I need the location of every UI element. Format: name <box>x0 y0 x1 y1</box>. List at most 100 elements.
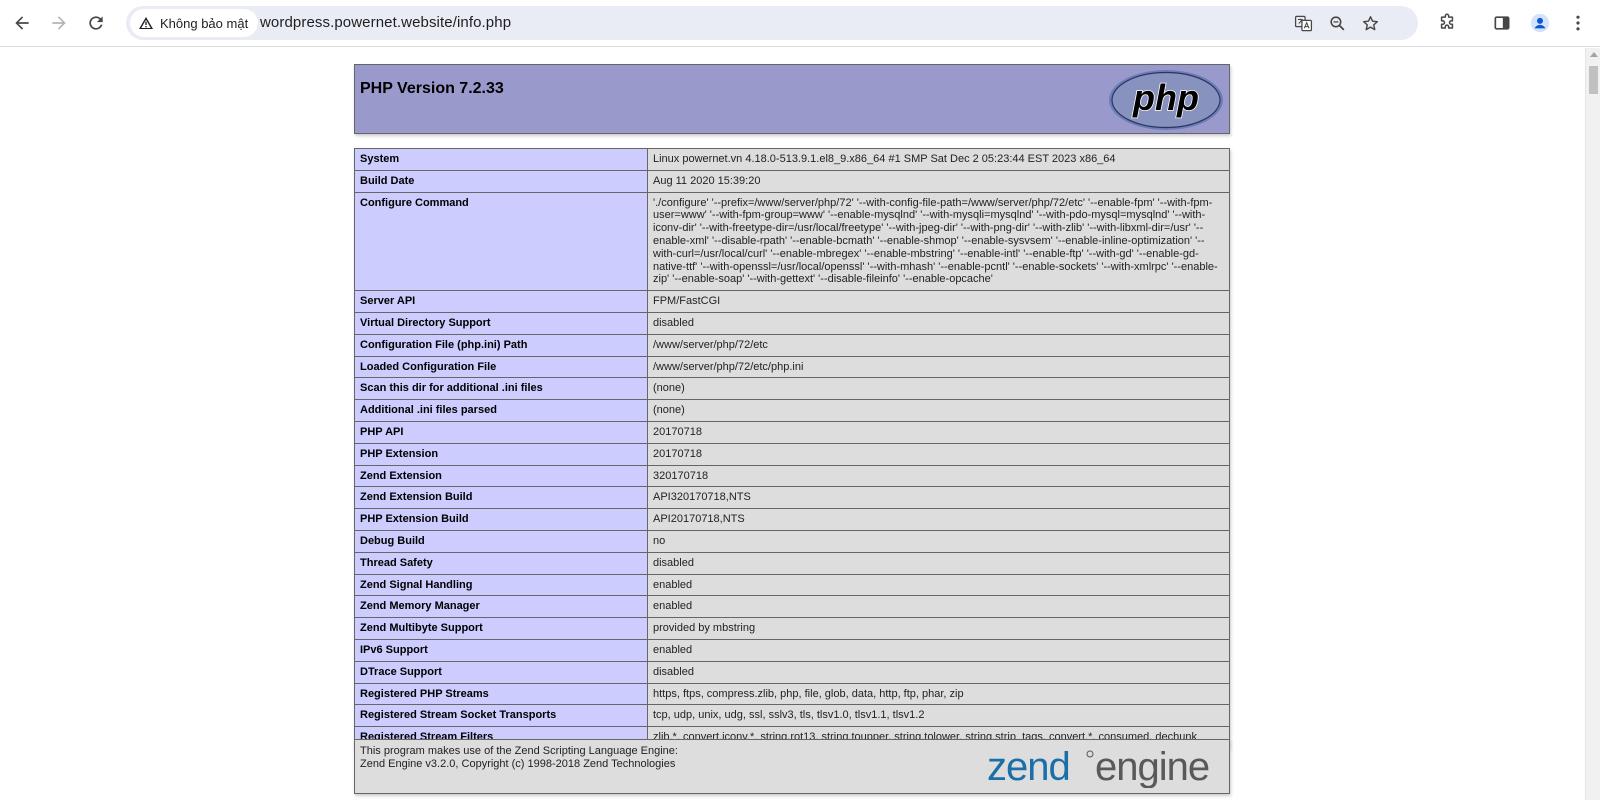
forward-arrow-icon <box>52 16 66 30</box>
back-arrow-icon <box>15 16 29 30</box>
security-chip[interactable]: Không bảo mật <box>130 9 259 37</box>
row-value: no <box>647 529 1230 553</box>
forward-button[interactable] <box>44 8 74 38</box>
row-key: PHP Extension <box>354 442 648 466</box>
reload-icon <box>89 16 103 30</box>
table-row: PHP Extension 20170718 <box>354 442 1230 466</box>
table-row: PHP Extension Build API20170718,NTS <box>354 508 1230 531</box>
reload-button[interactable] <box>81 8 111 38</box>
more-menu-button[interactable] <box>1565 10 1591 36</box>
row-key: DTrace Support <box>354 660 648 684</box>
zend-engine-logo[interactable]: zend engine <box>987 744 1225 788</box>
row-key: Virtual Directory Support <box>354 311 648 335</box>
row-key: Scan this dir for additional .ini files <box>354 377 648 401</box>
table-row: Server API FPM/FastCGI <box>354 290 1230 313</box>
warning-icon <box>139 17 153 29</box>
table-row: Registered Stream Socket Transports tcp, … <box>354 704 1230 728</box>
scroll-up-arrow-icon[interactable] <box>1589 52 1598 57</box>
table-row: Zend Extension 320170718 <box>354 464 1230 488</box>
table-row: Thread Safety disabled <box>354 551 1230 575</box>
php-logo-text: php <box>1132 77 1199 118</box>
row-value: 20170718 <box>647 420 1230 444</box>
row-value: tcp, udp, unix, udg, ssl, sslv3, tls, tl… <box>647 704 1230 728</box>
side-panel-button[interactable] <box>1489 10 1515 36</box>
row-value: disabled <box>647 660 1230 684</box>
zend-info-line-2: Zend Engine v3.2.0, Copyright (c) 1998-2… <box>360 757 676 770</box>
zend-info-text: This program makes use of the Zend Scrip… <box>360 745 678 770</box>
table-row: Registered PHP Streams https, ftps, compr… <box>354 682 1230 706</box>
table-row: Configure Command './configure' '--prefix… <box>354 191 1230 292</box>
bookmark-star-icon <box>1362 15 1378 30</box>
engine-logo-word: engine <box>1095 745 1209 788</box>
extensions-button[interactable] <box>1434 10 1460 36</box>
extensions-icon <box>1440 13 1454 29</box>
row-value: disabled <box>647 551 1230 575</box>
side-panel-icon <box>1494 16 1510 30</box>
browser-toolbar: Không bảo mật wordpress.powernet.website… <box>0 0 1600 47</box>
php-logo[interactable]: php <box>1107 69 1225 131</box>
table-row: Loaded Configuration File/www/server/php… <box>354 355 1230 379</box>
row-key: Build Date <box>354 169 648 193</box>
row-key: Thread Safety <box>354 551 648 575</box>
row-key: Zend Memory Manager <box>354 595 648 619</box>
bookmark-button[interactable] <box>1359 12 1381 34</box>
row-value: https, ftps, compress.zlib, php, file, g… <box>647 682 1230 706</box>
table-row: System Linux powernet.vn 4.18.0-513.9.1.e… <box>354 148 1230 171</box>
table-row: PHP API 20170718 <box>354 420 1230 444</box>
table-row: Zend Extension Build API320170718,NTS <box>354 486 1230 510</box>
more-menu-icon <box>1576 15 1580 31</box>
php-version-header: PHP Version 7.2.33 php <box>354 64 1230 134</box>
row-key: Registered Stream Socket Transports <box>354 704 648 728</box>
row-key: System <box>354 148 648 171</box>
row-value: enabled <box>647 638 1230 662</box>
address-bar[interactable]: Không bảo mật wordpress.powernet.website… <box>126 6 1418 40</box>
table-row: Virtual Directory Support disabled <box>354 311 1230 335</box>
row-value: (none) <box>647 377 1230 401</box>
row-value: FPM/FastCGI <box>647 290 1230 313</box>
row-value: /www/server/php/72/etc <box>647 333 1230 357</box>
row-key: Debug Build <box>354 529 648 553</box>
back-button[interactable] <box>7 8 37 38</box>
row-value: Linux powernet.vn 4.18.0-513.9.1.el8_9.x… <box>647 148 1230 171</box>
row-key: Configure Command <box>354 191 648 292</box>
row-key: Zend Extension Build <box>354 486 648 510</box>
security-label: Không bảo mật <box>160 15 249 31</box>
row-key: Zend Extension <box>354 464 648 488</box>
zend-info-line-1: This program makes use of the Zend Scrip… <box>360 745 678 757</box>
translate-button[interactable] <box>1292 12 1314 34</box>
zend-engine-box: This program makes use of the Zend Scrip… <box>354 739 1230 794</box>
vertical-scrollbar[interactable] <box>1585 48 1600 800</box>
zend-logo-word: zend <box>987 745 1070 788</box>
row-value: 320170718 <box>647 464 1230 488</box>
table-row: Scan this dir for additional .ini files(… <box>354 377 1230 401</box>
table-row: Build Date Aug 11 2020 15:39:20 <box>354 169 1230 193</box>
row-key: Additional .ini files parsed <box>354 399 648 422</box>
row-value: API320170718,NTS <box>647 486 1230 510</box>
table-row: Additional .ini files parsed (none) <box>354 399 1230 422</box>
page-title: PHP Version 7.2.33 <box>360 80 504 97</box>
zoom-icon <box>1329 15 1344 30</box>
row-key: Loaded Configuration File <box>354 355 648 379</box>
table-row: Debug Build no <box>354 529 1230 553</box>
row-value: provided by mbstring <box>647 617 1230 640</box>
row-key: PHP Extension Build <box>354 508 648 531</box>
table-row: Zend Signal Handling enabled <box>354 573 1230 597</box>
profile-button[interactable] <box>1527 10 1553 36</box>
table-row: Configuration File (php.ini) Path/www/se… <box>354 333 1230 357</box>
translate-icon <box>1294 15 1312 31</box>
url-text[interactable]: wordpress.powernet.website/info.php <box>260 14 511 31</box>
zoom-button[interactable] <box>1326 12 1348 34</box>
scroll-thumb[interactable] <box>1589 66 1598 94</box>
table-row: IPv6 Support enabled <box>354 638 1230 662</box>
table-row: Zend Memory Manager enabled <box>354 595 1230 619</box>
row-value: disabled <box>647 311 1230 335</box>
row-value: enabled <box>647 595 1230 619</box>
row-key: Zend Multibyte Support <box>354 617 648 640</box>
table-row: DTrace Support disabled <box>354 660 1230 684</box>
row-key: IPv6 Support <box>354 638 648 662</box>
row-value: (none) <box>647 399 1230 422</box>
php-info-table: System Linux powernet.vn 4.18.0-513.9.1.e… <box>354 148 1230 749</box>
row-value: 20170718 <box>647 442 1230 466</box>
row-key: Server API <box>354 290 648 313</box>
row-value: /www/server/php/72/etc/php.ini <box>647 355 1230 379</box>
